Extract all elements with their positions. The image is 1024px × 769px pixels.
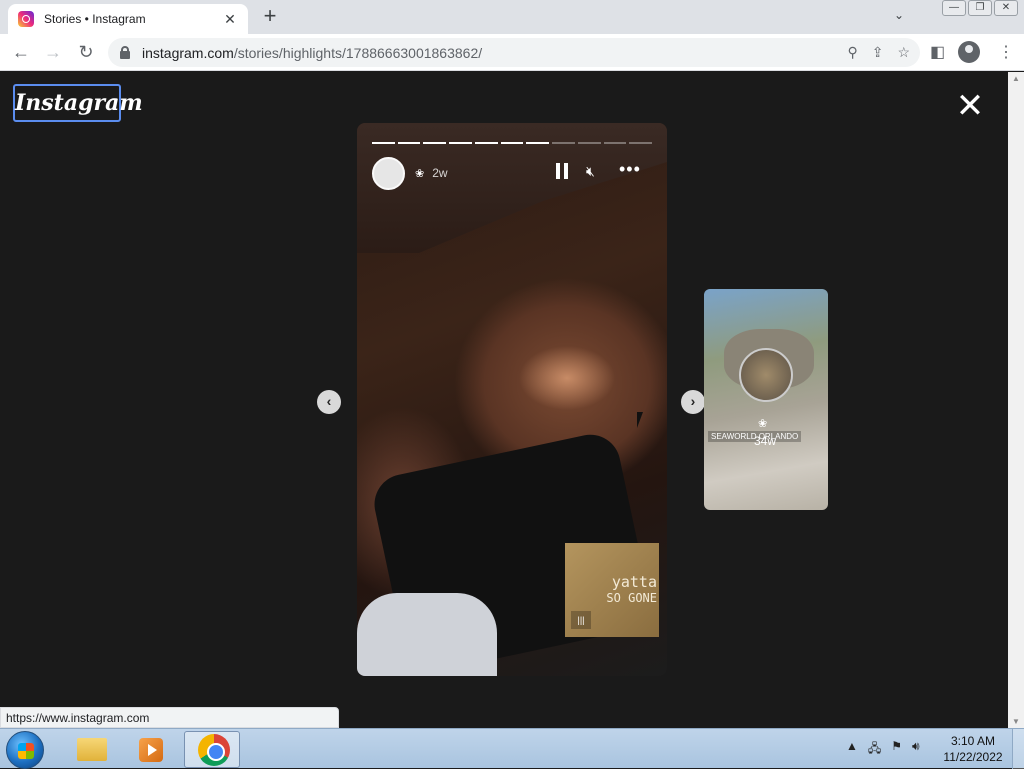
story-progress-segment [629,142,653,144]
media-player-icon [139,738,163,762]
instagram-favicon-icon [18,11,34,27]
music-sticker[interactable]: yatta SO GONE ||| [565,543,659,637]
taskbar-clock[interactable]: 3:10 AM 11/22/2022 [940,733,1006,765]
profile-avatar-icon[interactable] [958,41,980,63]
address-bar[interactable]: instagram.com/stories/highlights/1788666… [108,38,920,67]
clock-time: 3:10 AM [950,734,996,748]
volume-icon[interactable]: 🔊︎ [912,739,920,760]
story-progress-segment [603,142,627,144]
close-stories-button[interactable]: ✕ [955,89,985,123]
menu-kebab-icon[interactable]: ⋮ [998,42,1014,62]
link-status-bar: https://www.instagram.com [0,707,339,728]
tab-close-icon[interactable]: ✕ [222,11,238,28]
network-icon[interactable]: 🖧 [868,739,881,760]
next-story-age: 34w [754,434,777,448]
story-progress-segment [397,142,421,144]
story-progress-segment [526,142,550,144]
pause-button[interactable] [556,163,570,179]
tab-strip: Stories • Instagram ✕ + ⌄ — ❐ ✕ [0,0,1024,34]
story-progress-segment [577,142,601,144]
scroll-up-icon[interactable]: ▲ [1012,74,1020,83]
chrome-icon [198,734,230,766]
story-progress [372,142,653,144]
mouse-cursor-icon [637,412,649,428]
window-close-button[interactable]: ✕ [994,0,1018,16]
browser-toolbar: ← → ↻ instagram.com/stories/highlights/1… [0,34,1024,71]
scroll-down-icon[interactable]: ▼ [1012,717,1020,726]
url-text: instagram.com/stories/highlights/1788666… [142,44,483,61]
next-story-avatar [739,348,793,402]
highlight-flower-icon: ❀ [415,167,425,180]
bookmark-star-icon[interactable]: ☆ [897,44,910,61]
omnibox-actions: ⚲ ⇪ ☆ [847,44,910,61]
show-desktop-button[interactable] [1012,729,1024,769]
story-progress-segment [449,142,472,144]
folder-icon [77,738,107,761]
start-button[interactable] [6,731,44,769]
story-image-sleeve [357,593,497,676]
muted-speaker-icon[interactable]: 🔇︎ [586,163,595,180]
instagram-logo[interactable]: Instagram [13,84,143,122]
taskbar-media-player[interactable] [122,731,178,768]
story-time: 2w [432,166,448,180]
story-progress-segment [500,142,524,144]
back-arrow-icon[interactable]: ← [9,41,33,65]
story-progress-segment [372,142,395,144]
taskbar-chrome[interactable] [184,731,240,768]
lock-icon [120,45,130,59]
minimize-button[interactable]: — [942,0,966,16]
zoom-search-icon[interactable]: ⚲ [847,44,857,61]
system-tray: ▲ 🖧 ⚑ 🔊︎ [846,739,920,760]
reload-icon[interactable]: ↻ [74,41,98,65]
story-progress-segment [423,142,447,144]
share-icon[interactable]: ⇪ [872,44,884,61]
story-progress-segment [474,142,498,144]
music-title: SO GONE [606,591,657,605]
tab-search-chevron-icon[interactable]: ⌄ [894,8,904,22]
window-controls: — ❐ ✕ [942,0,1018,16]
highlight-flower-icon: ❀ [758,418,768,430]
next-story-arrow-icon[interactable]: › [681,390,705,414]
forward-arrow-icon[interactable]: → [41,41,65,65]
music-bars-icon: ||| [571,611,591,629]
story-header: ❀ 2w [372,156,652,190]
tab-title: Stories • Instagram [44,12,146,26]
action-center-flag-icon[interactable]: ⚑ [891,739,902,760]
previous-story-arrow-icon[interactable]: ‹ [317,390,341,414]
windows-taskbar: ▲ 🖧 ⚑ 🔊︎ 3:10 AM 11/22/2022 [0,728,1024,769]
story-card[interactable]: ❀ 2w 🔇︎ ••• yatta SO GONE ||| [357,123,667,676]
music-artist: yatta [611,573,657,591]
next-story-preview[interactable]: SEAWORLD ORLANDO ❀ 34w [704,289,828,510]
stories-viewer: Instagram ✕ ❀ 2w 🔇︎ ••• yatta SO GONE ||… [0,72,1008,728]
tray-expand-icon[interactable]: ▲ [846,739,858,760]
tab-instagram-stories[interactable]: Stories • Instagram ✕ [8,4,248,34]
page-scrollbar[interactable]: ▲ ▼ [1008,72,1024,728]
more-options-icon[interactable]: ••• [619,159,641,180]
new-tab-button[interactable]: + [258,5,282,29]
clock-date: 11/22/2022 [943,750,1003,764]
taskbar-explorer[interactable] [62,731,118,768]
story-progress-segment [552,142,575,144]
restore-button[interactable]: ❐ [968,0,992,16]
side-panel-icon[interactable]: ◧ [930,42,945,62]
avatar[interactable] [372,156,405,190]
